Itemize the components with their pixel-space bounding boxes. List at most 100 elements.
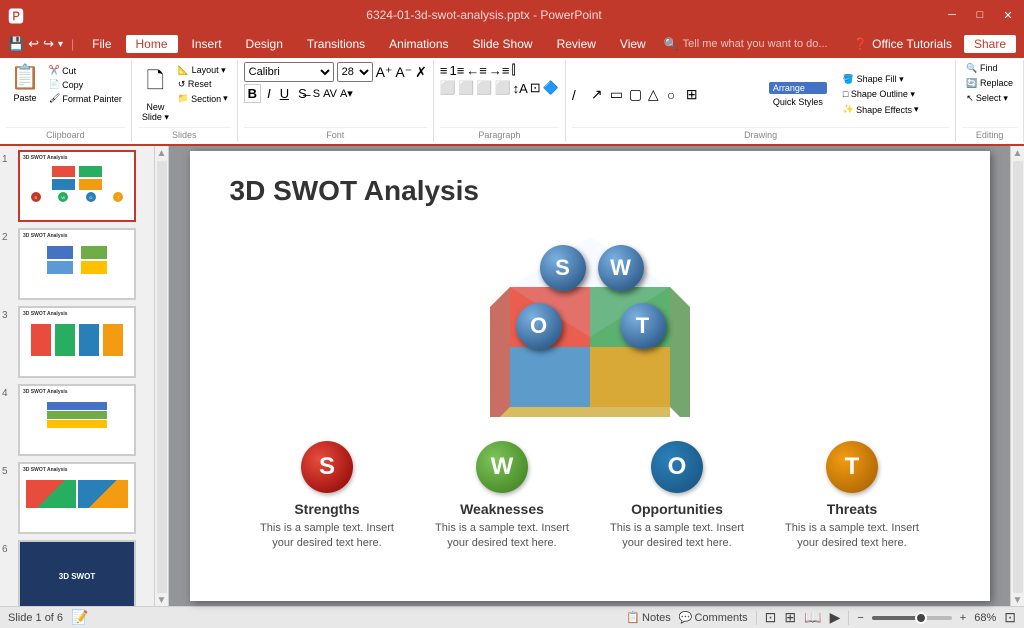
zoom-slider[interactable] — [872, 616, 952, 620]
shadow-button[interactable]: S — [313, 88, 320, 100]
shape-fill-button[interactable]: 🪣 Shape Fill ▾ — [839, 73, 923, 86]
decrease-indent-button[interactable]: ←≡ — [466, 63, 487, 78]
layout-button[interactable]: 📐 Layout ▾ — [175, 64, 231, 77]
menu-animations[interactable]: Animations — [379, 35, 458, 53]
canvas-area: 3D SWOT Analysis — [169, 146, 1010, 606]
comments-icon: 💬 — [679, 611, 693, 624]
qa-more-button[interactable]: ▾ — [58, 39, 63, 50]
fit-slide-button[interactable]: ⊡ — [1004, 609, 1016, 626]
slide-sorter-button[interactable]: ⊞ — [784, 609, 796, 626]
title-bar: 🅿 6324-01-3d-swot-analysis.pptx - PowerP… — [0, 0, 1024, 30]
clear-format-button[interactable]: ✗ — [415, 64, 427, 81]
scroll-bottom-button[interactable]: ▼ — [1013, 595, 1023, 606]
shape-triangle[interactable]: △ — [648, 86, 666, 103]
title-bar-left: 🅿 — [8, 3, 24, 27]
char-spacing-button[interactable]: AV — [323, 88, 337, 100]
slide-thumb-1[interactable]: 1 3D SWOT Analysis S W O T — [2, 150, 152, 222]
decrease-font-button[interactable]: A⁻ — [395, 64, 412, 81]
new-slide-button[interactable]: 🗋 New Slide ▾ — [138, 62, 173, 125]
increase-indent-button[interactable]: →≡ — [489, 63, 510, 78]
zoom-level[interactable]: 68% — [974, 612, 996, 624]
slide-thumb-3[interactable]: 3 3D SWOT Analysis — [2, 306, 152, 378]
slide-thumb-4[interactable]: 4 3D SWOT Analysis — [2, 384, 152, 456]
align-left-button[interactable]: ⬜ — [440, 80, 456, 96]
office-tutorials-link[interactable]: ❓ Office Tutorials — [853, 37, 952, 51]
quick-styles-button[interactable]: Quick Styles — [769, 96, 827, 108]
zoom-out-button[interactable]: − — [857, 612, 863, 624]
strikethrough-button[interactable]: S̶ — [295, 85, 310, 102]
menu-insert[interactable]: Insert — [182, 35, 232, 53]
shape-rect[interactable]: ▭ — [610, 86, 628, 103]
font-family-select[interactable]: Calibri — [244, 62, 334, 82]
shape-round-rect[interactable]: ▢ — [629, 86, 647, 103]
save-qa-button[interactable]: 💾 — [8, 36, 24, 52]
menu-design[interactable]: Design — [236, 35, 293, 53]
bold-button[interactable]: B — [244, 84, 261, 103]
menu-file[interactable]: File — [82, 35, 121, 53]
reading-view-button[interactable]: 📖 — [804, 609, 821, 626]
scroll-down-button[interactable]: ▼ — [157, 595, 167, 606]
font-color-button[interactable]: A▾ — [340, 87, 353, 100]
italic-button[interactable]: I — [264, 85, 274, 102]
copy-button[interactable]: 📄Copy — [46, 78, 125, 91]
align-text-button[interactable]: ⊡ — [530, 80, 541, 96]
slide-canvas[interactable]: 3D SWOT Analysis — [190, 151, 990, 601]
text-direction-button[interactable]: ↕A — [513, 81, 528, 96]
paste-button[interactable]: 📋 Paste — [6, 62, 44, 105]
replace-button[interactable]: 🔄 Replace — [962, 77, 1017, 90]
align-center-button[interactable]: ⬜ — [458, 80, 474, 96]
bullets-button[interactable]: ≡ — [440, 63, 448, 78]
undo-qa-button[interactable]: ↩ — [28, 36, 39, 52]
menu-home[interactable]: Home — [126, 35, 178, 53]
slide-thumb-2[interactable]: 2 3D SWOT Analysis — [2, 228, 152, 300]
select-button[interactable]: ↖ Select ▾ — [962, 92, 1017, 105]
shape-outline-button[interactable]: □ Shape Outline ▾ — [839, 88, 923, 101]
shape-more[interactable]: ⊞ — [686, 86, 704, 103]
slide-thumb-6[interactable]: 6 3D SWOT — [2, 540, 152, 606]
justify-button[interactable]: ⬜ — [494, 80, 510, 96]
shape-arrow[interactable]: ↗ — [591, 86, 609, 103]
shape-line[interactable]: / — [572, 87, 590, 103]
shape-effects-button[interactable]: ✨ Shape Effects ▾ — [839, 103, 923, 116]
share-button[interactable]: Share — [964, 35, 1016, 53]
notes-button[interactable]: 📋 Notes — [626, 611, 670, 624]
format-painter-button[interactable]: 🖌Format Painter — [46, 92, 125, 105]
menu-review[interactable]: Review — [547, 35, 606, 53]
comments-button[interactable]: 💬 Comments — [679, 611, 748, 624]
swot-3d-diagram: S W O T — [230, 227, 950, 417]
scroll-top-button[interactable]: ▲ — [1013, 148, 1023, 159]
menu-transitions[interactable]: Transitions — [297, 35, 375, 53]
minimize-button[interactable]: ─ — [944, 7, 960, 23]
slideshow-button[interactable]: ▶ — [830, 609, 841, 626]
strengths-icon: S — [301, 441, 353, 493]
font-size-select[interactable]: 28 — [337, 62, 373, 82]
close-button[interactable]: ✕ — [1000, 7, 1016, 23]
normal-view-button[interactable]: ⊡ — [765, 609, 777, 626]
opportunities-desc: This is a sample text. Insert your desir… — [607, 521, 747, 552]
scroll-up-button[interactable]: ▲ — [157, 148, 167, 159]
notes-icon: 📋 — [626, 611, 640, 624]
tell-me-input[interactable]: Tell me what you want to do... — [683, 38, 828, 50]
arrange-button[interactable]: Arrange — [769, 82, 827, 94]
restore-button[interactable]: □ — [972, 7, 988, 23]
section-button[interactable]: 📁 Section ▾ — [175, 92, 231, 105]
increase-font-button[interactable]: A⁺ — [376, 64, 393, 81]
reset-button[interactable]: ↺ Reset — [175, 78, 231, 91]
slide-thumb-5[interactable]: 5 3D SWOT Analysis — [2, 462, 152, 534]
strengths-label: Strengths — [294, 501, 359, 517]
align-right-button[interactable]: ⬜ — [476, 80, 492, 96]
zoom-in-button[interactable]: + — [960, 612, 966, 624]
redo-qa-button[interactable]: ↪ — [43, 36, 54, 52]
find-button[interactable]: 🔍 Find — [962, 62, 1017, 75]
shape-circle[interactable]: ○ — [667, 87, 685, 103]
columns-button[interactable]: ⫿ — [511, 62, 515, 78]
slide-notes-icon[interactable]: 📝 — [71, 609, 88, 626]
cut-button[interactable]: ✂️Cut — [46, 64, 125, 77]
menu-slideshow[interactable]: Slide Show — [463, 35, 543, 53]
slide-img-4: 3D SWOT Analysis — [18, 384, 136, 456]
underline-button[interactable]: U — [277, 85, 292, 102]
menu-view[interactable]: View — [610, 35, 656, 53]
swot-labels: S Strengths This is a sample text. Inser… — [230, 441, 950, 552]
numbering-button[interactable]: 1≡ — [449, 63, 464, 78]
smartart-button[interactable]: 🔷 — [543, 80, 559, 96]
